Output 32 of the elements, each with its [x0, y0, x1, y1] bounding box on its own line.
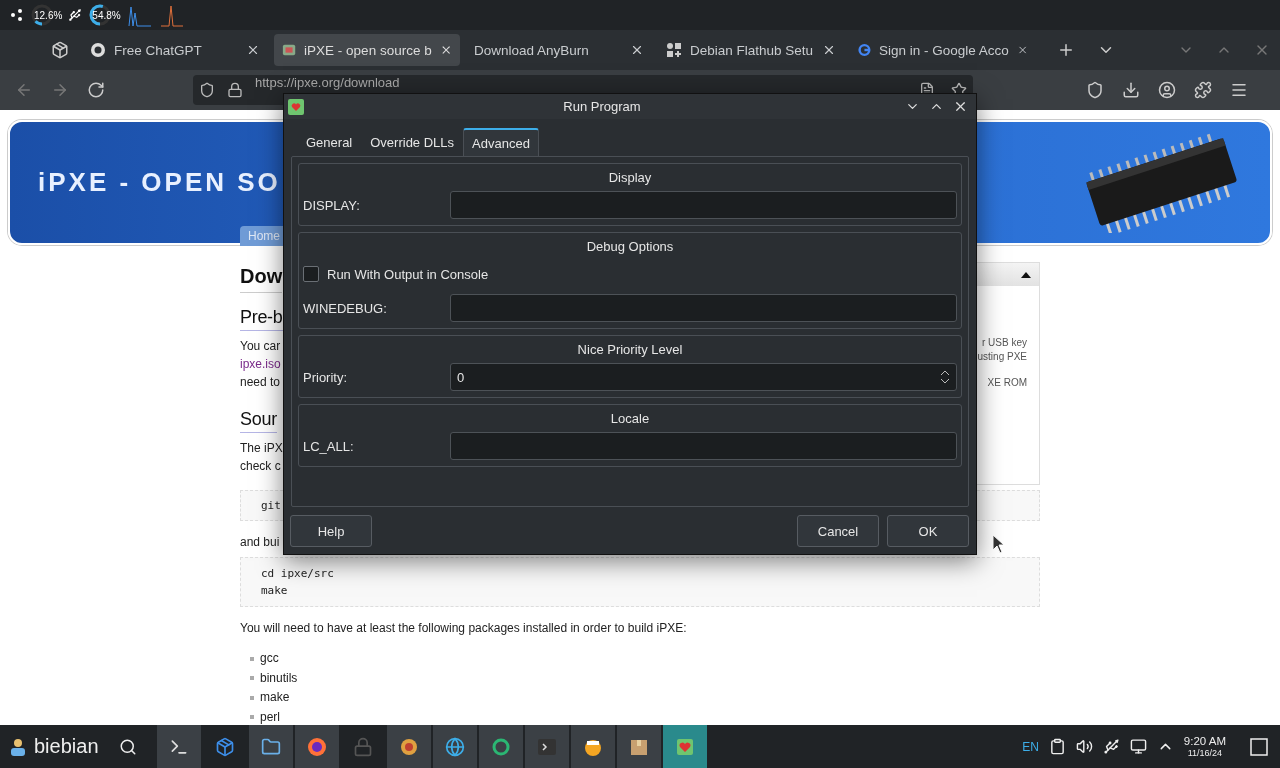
paragraph-text: and bui [240, 535, 280, 549]
field-label: WINEDEBUG: [303, 300, 388, 316]
list-item: gcc [240, 649, 1040, 669]
list-item: binutils [240, 668, 1040, 688]
group-title: Locale [610, 411, 650, 426]
banner-title: iPXE - OPEN SO [38, 167, 281, 198]
paragraph-text: You will need to have at least the following packages installed in order to build iPXE: [240, 621, 687, 635]
sidebar-text: XE ROM [987, 376, 1027, 390]
list-item: make [240, 688, 1040, 708]
sidebar-text: usting PXE [977, 350, 1027, 364]
code-line: git [261, 498, 282, 514]
field-label: Priority: [303, 369, 349, 385]
meter-reading: 54.8% [92, 9, 121, 21]
checkbox-label: Run With Output in Console [327, 266, 489, 282]
group-title: Display [608, 170, 652, 185]
group-title: Debug Options [586, 239, 674, 254]
field-label: LC_ALL: [303, 438, 355, 454]
url-text: https://ipxe.org/download [255, 76, 401, 90]
code-line: cd ipxe/src [261, 566, 335, 582]
section-heading: Sour [240, 409, 277, 433]
paragraph-text: You car [240, 338, 281, 355]
meter-reading: 12.6% [34, 9, 63, 21]
sidebar-text: r USB key [982, 336, 1027, 350]
paragraph-text: check c [240, 458, 281, 475]
code-line: make [261, 583, 289, 599]
section-heading: Pre-b [240, 307, 283, 331]
paragraph-text: The iPX [240, 440, 283, 457]
paragraph-text: need to [240, 374, 281, 391]
group-title: Nice Priority Level [577, 342, 683, 357]
page-heading: Dow [240, 265, 283, 293]
field-label: DISPLAY: [303, 197, 361, 213]
list-item: perl [240, 707, 1040, 725]
